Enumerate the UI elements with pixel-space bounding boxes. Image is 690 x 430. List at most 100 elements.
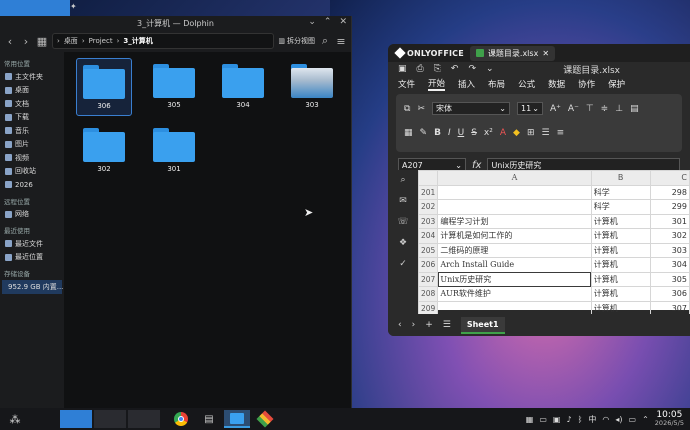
virtual-desktop-1[interactable] bbox=[60, 410, 92, 428]
folder-item[interactable]: 306 bbox=[76, 58, 132, 116]
align-center-icon[interactable]: ≡ bbox=[557, 128, 565, 138]
comments-icon[interactable]: ✉ bbox=[388, 196, 418, 212]
row-header[interactable]: 207 bbox=[417, 271, 439, 287]
sidebar-item-network[interactable]: 网络 bbox=[2, 208, 62, 222]
cell[interactable]: 科学 bbox=[590, 184, 651, 200]
folder-item[interactable]: 302 bbox=[76, 122, 132, 180]
align-top-icon[interactable]: ⊤ bbox=[586, 104, 594, 114]
menu-collaboration[interactable]: 协作 bbox=[578, 78, 595, 90]
wrap-text-icon[interactable]: ▤ bbox=[630, 104, 639, 114]
cell[interactable]: 计算机 bbox=[590, 257, 651, 273]
strikethrough-icon[interactable]: S bbox=[471, 128, 477, 138]
row-header[interactable]: 206 bbox=[417, 257, 439, 273]
cell[interactable]: 计算机 bbox=[590, 228, 651, 244]
add-sheet-icon[interactable]: + bbox=[425, 320, 433, 330]
row-header[interactable]: 205 bbox=[417, 242, 439, 258]
breadcrumb-current[interactable]: 3_计算机 bbox=[123, 36, 152, 46]
cell[interactable]: 306 bbox=[649, 286, 690, 302]
select-all-corner[interactable] bbox=[417, 170, 439, 186]
menu-home[interactable]: 开始 bbox=[428, 77, 446, 91]
folder-item[interactable]: 301 bbox=[146, 122, 202, 180]
cell[interactable]: 二维码的原理 bbox=[437, 242, 592, 258]
borders-icon[interactable]: ⊞ bbox=[527, 128, 535, 138]
row-header[interactable]: 208 bbox=[417, 286, 439, 302]
menu-insert[interactable]: 插入 bbox=[458, 78, 475, 90]
cell[interactable]: 计算机 bbox=[590, 286, 651, 302]
menu-data[interactable]: 数据 bbox=[548, 78, 565, 90]
hamburger-menu-icon[interactable]: ≡ bbox=[335, 35, 347, 48]
cut-icon[interactable]: ✂ bbox=[417, 104, 425, 114]
cell[interactable] bbox=[437, 184, 592, 200]
breadcrumb-item[interactable]: 桌面 bbox=[64, 36, 78, 46]
column-header[interactable]: A bbox=[437, 170, 592, 186]
sidebar-item-desktop[interactable]: 桌面 bbox=[2, 84, 62, 98]
menu-layout[interactable]: 布局 bbox=[488, 78, 505, 90]
cell[interactable]: 303 bbox=[649, 242, 690, 258]
cell[interactable]: 计算机是如何工作的 bbox=[437, 228, 592, 244]
print-icon[interactable]: ⎙ bbox=[417, 64, 424, 74]
font-color-icon[interactable]: A bbox=[500, 128, 506, 138]
chrome-icon[interactable] bbox=[168, 410, 194, 428]
selected-cell[interactable]: Unix历史研究 bbox=[437, 271, 592, 287]
onlyoffice-task-icon[interactable] bbox=[252, 410, 278, 428]
cell[interactable]: 302 bbox=[649, 228, 690, 244]
spreadsheet-grid[interactable]: A B C 201 科学 298 202 科学 299 203 编程学习计划 计算机 301 … bbox=[417, 170, 690, 316]
sheet-tab[interactable]: Sheet1 bbox=[460, 316, 505, 334]
cell[interactable]: 305 bbox=[649, 271, 690, 287]
minimize-icon[interactable]: ⌄ bbox=[308, 17, 316, 27]
font-name-select[interactable]: 宋体 ⌄ bbox=[431, 102, 510, 115]
menu-formula[interactable]: 公式 bbox=[518, 78, 535, 90]
breadcrumb-item[interactable]: Project bbox=[89, 37, 113, 45]
cell[interactable]: 计算机 bbox=[590, 271, 651, 287]
clipboard-icon[interactable]: ▦ bbox=[526, 415, 534, 424]
align-bottom-icon[interactable]: ⊥ bbox=[615, 104, 623, 114]
battery-icon[interactable]: ▭ bbox=[629, 415, 637, 424]
quick-print-icon[interactable]: ⎘ bbox=[434, 64, 441, 74]
search-icon[interactable]: ⌕ bbox=[319, 34, 331, 48]
wifi-icon[interactable]: ◠ bbox=[602, 415, 609, 424]
cell[interactable]: 编程学习计划 bbox=[437, 213, 592, 229]
menu-file[interactable]: 文件 bbox=[398, 78, 415, 90]
row-header[interactable]: 201 bbox=[417, 184, 439, 200]
folder-item[interactable]: 305 bbox=[146, 58, 202, 116]
split-view-button[interactable]: ▥ 拆分视图 bbox=[278, 36, 315, 46]
function-icon[interactable]: fx bbox=[472, 160, 481, 171]
fill-color-icon[interactable]: ◆ bbox=[513, 128, 520, 138]
cell[interactable]: 299 bbox=[649, 199, 690, 215]
bluetooth-icon[interactable]: ᛒ bbox=[578, 415, 583, 424]
audio-icon[interactable]: ♪ bbox=[566, 415, 571, 424]
italic-icon[interactable]: I bbox=[448, 128, 451, 138]
sidebar-item-home[interactable]: 主文件夹 bbox=[2, 70, 62, 84]
row-header[interactable]: 203 bbox=[417, 213, 439, 229]
cell[interactable]: 298 bbox=[649, 184, 690, 200]
decrease-font-icon[interactable]: A⁻ bbox=[568, 104, 579, 114]
close-icon[interactable]: ✕ bbox=[339, 17, 347, 27]
cell[interactable]: 计算机 bbox=[590, 213, 651, 229]
cell[interactable]: 304 bbox=[649, 257, 690, 273]
launcher-icon[interactable]: ⁂ bbox=[2, 410, 28, 428]
column-header[interactable]: C bbox=[649, 170, 690, 186]
format-painter-icon[interactable]: ✎ bbox=[420, 128, 428, 138]
undo-icon[interactable]: ↶ bbox=[451, 64, 459, 74]
align-left-icon[interactable]: ☰ bbox=[541, 128, 549, 138]
sidebar-item-recent-locations[interactable]: 最近位置 bbox=[2, 251, 62, 265]
chat-icon[interactable]: ☏ bbox=[388, 217, 418, 233]
back-icon[interactable]: ‹ bbox=[4, 35, 16, 48]
breadcrumb[interactable]: › 桌面 › Project › 3_计算机 bbox=[52, 33, 275, 49]
underline-icon[interactable]: U bbox=[458, 128, 465, 138]
cell[interactable] bbox=[437, 199, 592, 215]
pin-icon[interactable]: ✦ bbox=[70, 2, 77, 11]
next-sheet-icon[interactable]: › bbox=[412, 320, 416, 330]
sidebar-item-videos[interactable]: 视频 bbox=[2, 151, 62, 165]
close-tab-icon[interactable]: ✕ bbox=[542, 49, 549, 58]
document-tab[interactable]: 课题目录.xlsx ✕ bbox=[469, 45, 556, 61]
cell[interactable]: AUR软件维护 bbox=[437, 286, 592, 302]
superscript-icon[interactable]: x² bbox=[484, 128, 493, 138]
forward-icon[interactable]: › bbox=[20, 35, 32, 48]
virtual-desktop-3[interactable] bbox=[128, 410, 160, 428]
view-mode-icon[interactable]: ▦ bbox=[36, 35, 48, 48]
redo-icon[interactable]: ↷ bbox=[468, 64, 476, 74]
row-header[interactable]: 202 bbox=[417, 199, 439, 215]
paste-icon[interactable]: ▦ bbox=[404, 128, 413, 138]
clock[interactable]: 10:05 2026/5/5 bbox=[655, 411, 684, 427]
